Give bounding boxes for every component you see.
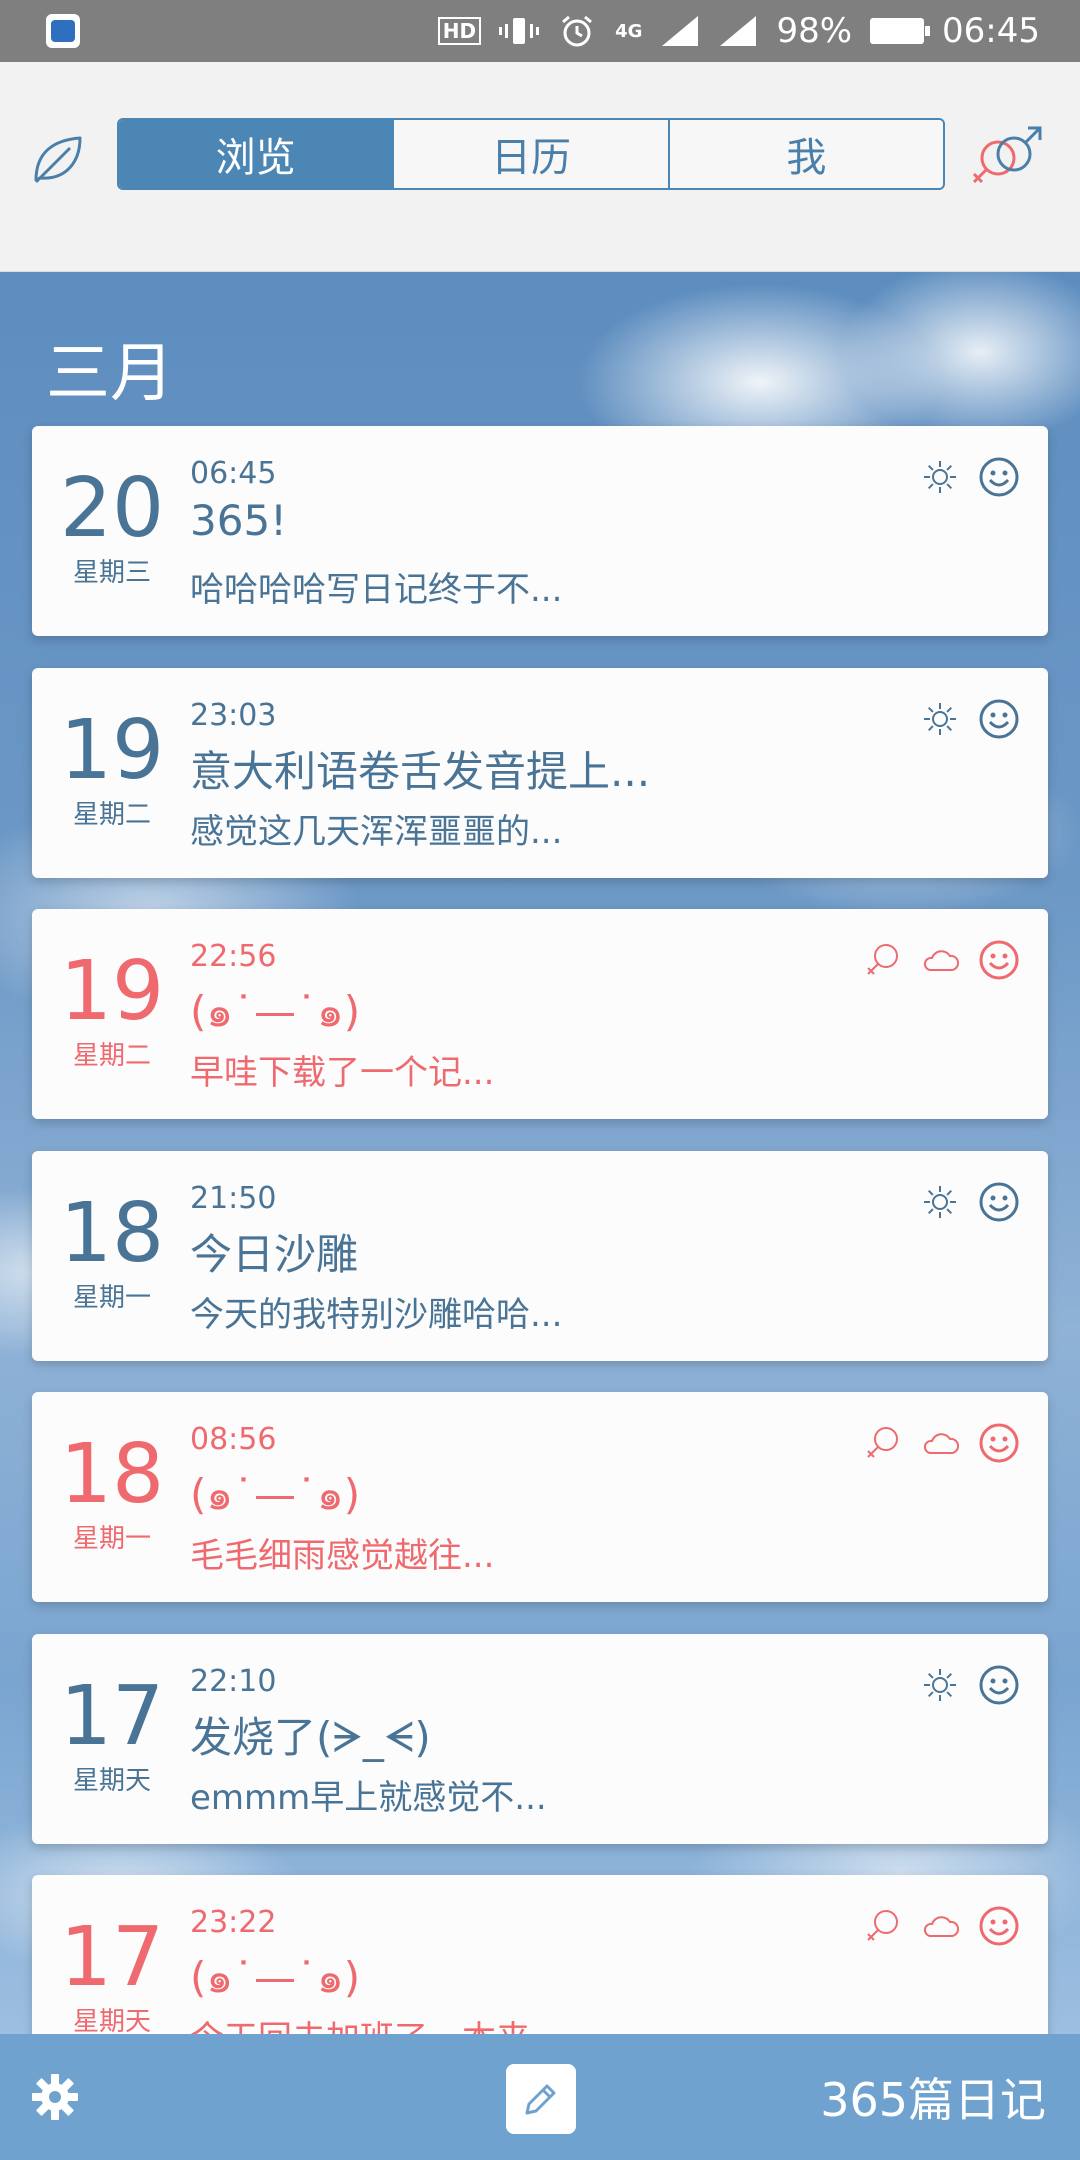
entry-excerpt: 今天回去加班了，本来... xyxy=(190,2011,562,2034)
entry-weekday: 星期二 xyxy=(72,1041,151,1071)
battery-icon xyxy=(870,18,931,44)
entry-title: (๑˙—˙๑) xyxy=(190,1953,361,2002)
network-type: 4G xyxy=(615,20,643,42)
month-heading: 三月 xyxy=(46,337,174,411)
entry-weekday: 星期天 xyxy=(72,1766,151,1796)
entry-weekday: 星期二 xyxy=(72,800,151,830)
tab-browse[interactable]: 浏览 xyxy=(119,120,395,188)
entry-excerpt: 毛毛细雨感觉越往... xyxy=(190,1536,495,1576)
entry-excerpt: 哈哈哈哈写日记终于不... xyxy=(190,570,563,610)
entry-title: 365! xyxy=(190,496,288,545)
entry-excerpt: emmm早上就感觉不... xyxy=(190,1778,547,1818)
entry-day: 18 xyxy=(59,1186,165,1281)
clock: 06:45 xyxy=(942,11,1040,51)
entry-weekday: 星期三 xyxy=(72,558,151,588)
entry-title: (๑˙—˙๑) xyxy=(190,1470,361,1519)
sun-icon xyxy=(924,1186,956,1218)
entry-time: 23:22 xyxy=(190,1905,277,1940)
view-tabs: 浏览 日历 我 xyxy=(117,118,945,190)
battery-percent: 98% xyxy=(776,11,853,51)
entry-day: 17 xyxy=(59,1669,165,1764)
pencil-icon xyxy=(525,2084,556,2115)
vibrate-icon xyxy=(499,18,540,44)
diary-entry-card[interactable]: 17 星期天 22:10 发烧了(ᗒ_ᗕ) emmm早上就感觉不... xyxy=(32,1634,1048,1844)
entry-title: 意大利语卷舌发音提上... xyxy=(190,747,651,796)
signal-icon xyxy=(662,16,699,46)
diary-entry-card[interactable]: 18 星期一 08:56 (๑˙—˙๑) 毛毛细雨感觉越往... xyxy=(32,1392,1048,1602)
smile-icon xyxy=(979,699,1019,739)
status-right: HD 4G 98% 06:45 xyxy=(437,11,1040,51)
smile-icon xyxy=(979,1665,1019,1705)
smile-icon xyxy=(979,1423,1019,1463)
entry-time: 06:45 xyxy=(190,456,277,491)
entry-weekday: 星期一 xyxy=(72,1524,151,1554)
entry-icons xyxy=(862,939,1020,981)
status-bar: HD 4G 98% 06:45 xyxy=(0,0,1080,62)
diary-entry-card[interactable]: 19 星期二 23:03 意大利语卷舌发音提上... 感觉这几天浑浑噩噩的... xyxy=(32,668,1048,878)
signal-icon-2 xyxy=(720,16,757,46)
hd-voice-icon: HD xyxy=(437,17,482,45)
entry-title: 今日沙雕 xyxy=(190,1230,359,1279)
entry-excerpt: 早哇下载了一个记... xyxy=(190,1053,495,1093)
diary-entry-card[interactable]: 20 星期三 06:45 365! 哈哈哈哈写日记终于不... xyxy=(32,426,1048,636)
entry-day: 19 xyxy=(59,944,165,1039)
entry-day: 18 xyxy=(59,1427,165,1522)
sun-icon xyxy=(924,703,956,735)
smile-icon xyxy=(979,1906,1019,1946)
entry-day: 20 xyxy=(59,461,165,556)
entry-count: 365篇日记 xyxy=(820,2073,1046,2127)
cloud-icon xyxy=(923,1433,960,1454)
new-entry-button[interactable] xyxy=(506,2064,576,2134)
app-header: 浏览 日历 我 xyxy=(0,62,1080,272)
entry-excerpt: 今天的我特别沙雕哈哈... xyxy=(190,1295,563,1335)
sun-icon xyxy=(924,1669,956,1701)
gear-icon[interactable] xyxy=(30,2072,80,2122)
tab-calendar[interactable]: 日历 xyxy=(394,120,670,188)
entry-time: 23:03 xyxy=(190,698,277,733)
entry-icons xyxy=(862,1422,1020,1464)
bottom-bar: 365篇日记 xyxy=(0,2034,1080,2160)
leaf-icon[interactable] xyxy=(30,132,86,188)
entry-weekday: 星期一 xyxy=(72,1283,151,1313)
entry-excerpt: 感觉这几天浑浑噩噩的... xyxy=(190,812,563,852)
diary-entry-card[interactable]: 17 星期天 23:22 (๑˙—˙๑) 今天回去加班了，本来... xyxy=(32,1875,1048,2034)
entry-title: (๑˙—˙๑) xyxy=(190,987,361,1036)
gender-toggle-icon[interactable] xyxy=(968,124,1048,194)
app-notification-icon xyxy=(46,14,80,48)
entry-icons xyxy=(920,1181,1020,1223)
cloud-icon xyxy=(923,1916,960,1937)
smile-icon xyxy=(979,940,1019,980)
diary-entry-card[interactable]: 18 星期一 21:50 今日沙雕 今天的我特别沙雕哈哈... xyxy=(32,1151,1048,1361)
sun-icon xyxy=(924,461,956,493)
smile-icon xyxy=(979,457,1019,497)
entry-title: 发烧了(ᗒ_ᗕ) xyxy=(190,1713,431,1762)
entry-day: 19 xyxy=(59,703,165,798)
cloud-icon xyxy=(923,950,960,971)
entry-time: 21:50 xyxy=(190,1181,277,1216)
female-icon xyxy=(867,1427,898,1458)
entry-icons xyxy=(920,698,1020,740)
entry-icons xyxy=(920,456,1020,498)
entry-time: 22:10 xyxy=(190,1664,277,1699)
alarm-icon xyxy=(562,15,593,47)
tab-me[interactable]: 我 xyxy=(669,120,943,188)
entry-icons xyxy=(862,1905,1020,1947)
diary-list[interactable]: 三月 20 星期三 06:45 365! 哈哈哈哈写日记终于不... 19 星期… xyxy=(0,272,1080,2034)
diary-entry-card[interactable]: 19 星期二 22:56 (๑˙—˙๑) 早哇下载了一个记... xyxy=(32,909,1048,1119)
entry-time: 08:56 xyxy=(190,1422,277,1457)
smile-icon xyxy=(979,1182,1019,1222)
entry-icons xyxy=(920,1664,1020,1706)
female-icon xyxy=(867,1910,898,1941)
entry-day: 17 xyxy=(59,1910,165,2005)
female-icon xyxy=(867,944,898,975)
entry-time: 22:56 xyxy=(190,939,277,974)
entry-weekday: 星期天 xyxy=(72,2007,151,2034)
